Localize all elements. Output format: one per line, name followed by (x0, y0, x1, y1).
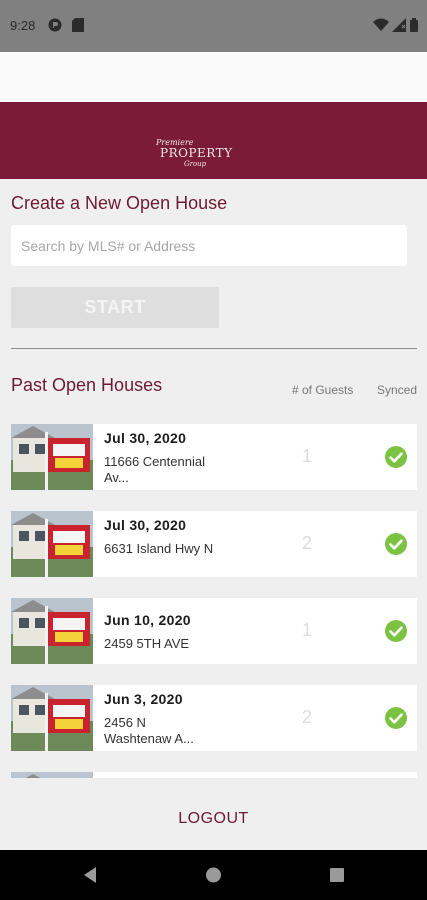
signal-icon (392, 18, 406, 32)
synced-check-icon (385, 707, 407, 729)
synced-check-icon (385, 620, 407, 642)
open-house-address: 6631 Island Hwy N (104, 541, 214, 556)
open-house-card[interactable]: Jun 3, 2020 2456 N Washtenaw A... 2 (11, 685, 417, 751)
past-open-houses-title: Past Open Houses (11, 375, 163, 395)
open-house-date: Jun 10, 2020 (104, 612, 191, 628)
section-divider (11, 348, 417, 349)
status-bar: 9:28 (0, 0, 427, 52)
app-bar (0, 52, 427, 102)
synced-check-icon (385, 446, 407, 468)
open-house-card[interactable]: Jun 10, 2020 2459 5TH AVE 1 (11, 598, 417, 664)
guest-count: 2 (301, 533, 312, 553)
battery-icon (410, 18, 418, 32)
synced-column-header: Synced (377, 383, 418, 397)
wifi-icon (373, 18, 389, 31)
back-icon[interactable] (82, 866, 98, 884)
guest-count: 1 (301, 620, 312, 640)
open-house-card[interactable]: Jul 30, 2020 6631 Island Hwy N 2 (11, 511, 417, 577)
open-house-date: Jun 3, 2020 (104, 691, 183, 707)
status-time: 9:28 (10, 18, 36, 33)
open-house-address: 2459 5TH AVE (104, 636, 190, 651)
open-house-address: 2456 N Washtenaw A... (104, 715, 194, 746)
open-house-address: 11666 Centennial Av... (104, 454, 205, 485)
open-house-date: Jul 30, 2020 (104, 517, 187, 533)
search-field[interactable] (11, 225, 407, 266)
house-sold-thumbnail (11, 424, 93, 490)
house-sold-thumbnail (11, 511, 93, 577)
house-sold-thumbnail (11, 598, 93, 664)
sd-card-icon (72, 18, 84, 32)
house-sold-thumbnail (11, 772, 93, 778)
open-house-date: Jul 30, 2020 (104, 430, 187, 446)
logout-button[interactable]: LOGOUT (0, 810, 427, 828)
navigation-bar (0, 850, 427, 900)
open-house-card[interactable]: Jul 30, 2020 11666 Centennial Av... 1 (11, 424, 417, 490)
guest-count: 1 (301, 446, 312, 466)
home-icon[interactable] (205, 866, 222, 884)
create-open-house-title: Create a New Open House (11, 193, 228, 213)
synced-check-icon (385, 533, 407, 555)
brand-logo: Premiere PROPERTY Group (156, 138, 233, 168)
open-house-card[interactable] (11, 772, 417, 778)
past-open-houses-list[interactable]: Jul 30, 2020 11666 Centennial Av... 1 Ju… (11, 424, 417, 778)
guest-count: 2 (301, 707, 312, 727)
guests-column-header: # of Guests (292, 383, 354, 397)
house-sold-thumbnail (11, 685, 93, 751)
start-button[interactable]: START (11, 287, 219, 328)
app-icon (48, 18, 62, 32)
recents-icon[interactable] (329, 866, 345, 884)
search-input[interactable] (11, 225, 407, 266)
